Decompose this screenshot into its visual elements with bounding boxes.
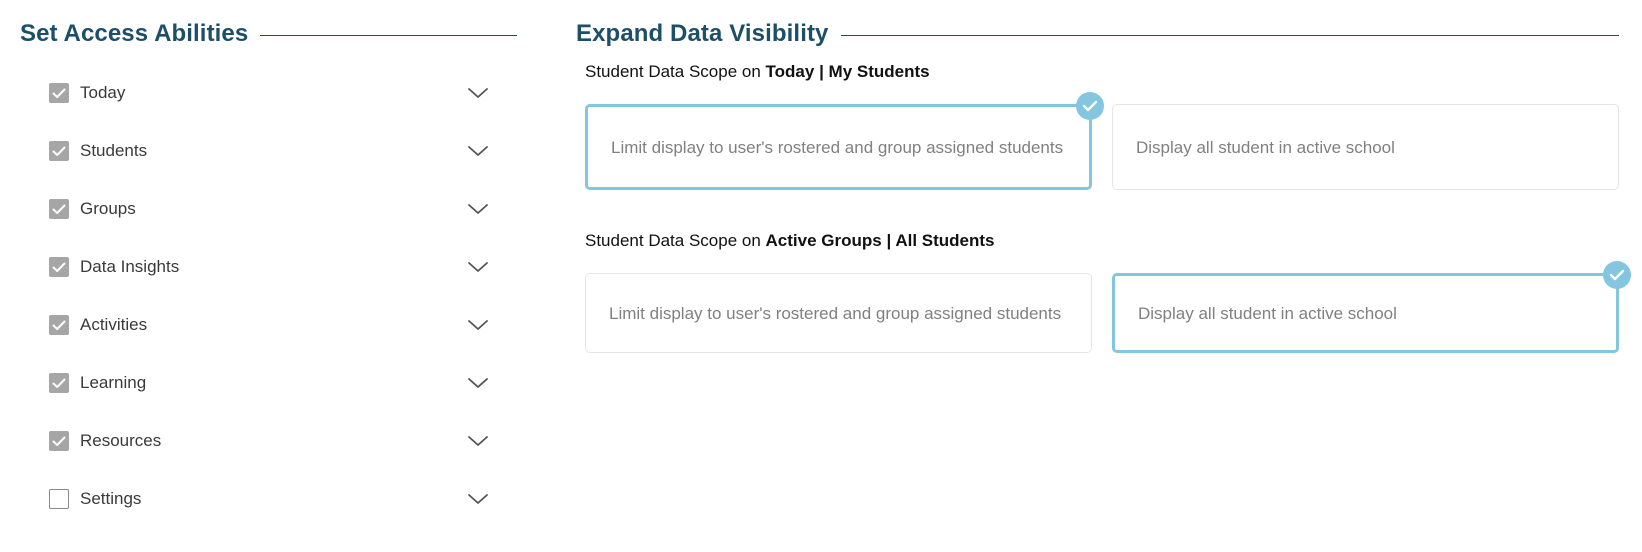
- scope-audience: All Students: [895, 231, 995, 250]
- access-item-today[interactable]: Today: [49, 64, 489, 122]
- checkmark-icon: [52, 88, 66, 98]
- chevron-down-icon[interactable]: [467, 144, 489, 158]
- chevron-down-icon[interactable]: [467, 202, 489, 216]
- scope-active-groups-all-students: Student Data Scope on Active Groups | Al…: [585, 230, 1631, 353]
- access-checkbox[interactable]: [49, 489, 69, 509]
- chevron-down-icon[interactable]: [467, 86, 489, 100]
- option-card-all-students[interactable]: Display all student in active school: [1112, 261, 1631, 353]
- access-item-label: Learning: [80, 373, 147, 392]
- chevron-down-icon[interactable]: [467, 492, 489, 506]
- access-item-groups[interactable]: Groups: [49, 180, 489, 238]
- scope-options: Limit display to user's rostered and gro…: [585, 261, 1631, 353]
- scope-options: Limit display to user's rostered and gro…: [585, 92, 1619, 190]
- option-text: Limit display to user's rostered and gro…: [609, 303, 1062, 323]
- scope-context: Today: [765, 62, 815, 81]
- checkmark-icon: [52, 204, 66, 214]
- access-checkbox[interactable]: [49, 373, 69, 393]
- header-divider: [840, 34, 1619, 36]
- access-checkbox[interactable]: [49, 199, 69, 219]
- access-abilities-title: Set Access Abilities: [20, 20, 249, 47]
- header-divider: [260, 34, 517, 36]
- checkmark-icon: [52, 378, 66, 388]
- access-item-activities[interactable]: Activities: [49, 296, 489, 354]
- checkmark-icon: [52, 146, 66, 156]
- access-item-settings[interactable]: Settings: [49, 470, 489, 528]
- access-checkbox[interactable]: [49, 257, 69, 277]
- scope-separator: |: [814, 62, 829, 81]
- chevron-down-icon[interactable]: [467, 376, 489, 390]
- chevron-down-icon[interactable]: [467, 318, 489, 332]
- access-checkbox[interactable]: [49, 431, 69, 451]
- access-item-label: Groups: [80, 199, 136, 218]
- scope-heading-prefix: Student Data Scope on: [585, 62, 766, 81]
- access-checkbox[interactable]: [49, 315, 69, 335]
- scope-context: Active Groups: [765, 231, 882, 250]
- option-card-limit-rostered[interactable]: Limit display to user's rostered and gro…: [585, 92, 1104, 190]
- access-item-label: Data Insights: [80, 257, 180, 276]
- scope-heading-prefix: Student Data Scope on: [585, 231, 766, 250]
- option-text: Limit display to user's rostered and gro…: [611, 137, 1064, 157]
- check-circle-icon: [1603, 261, 1631, 289]
- scope-today-my-students: Student Data Scope on Today | My Student…: [585, 61, 1619, 190]
- option-card-limit-rostered[interactable]: Limit display to user's rostered and gro…: [585, 273, 1092, 353]
- scope-heading: Student Data Scope on Today | My Student…: [585, 61, 1619, 83]
- access-item-resources[interactable]: Resources: [49, 412, 489, 470]
- scope-heading: Student Data Scope on Active Groups | Al…: [585, 230, 1619, 252]
- access-item-label: Activities: [80, 315, 148, 334]
- checkmark-icon: [52, 320, 66, 330]
- access-item-students[interactable]: Students: [49, 122, 489, 180]
- chevron-down-icon[interactable]: [467, 434, 489, 448]
- access-item-learning[interactable]: Learning: [49, 354, 489, 412]
- access-item-label: Today: [80, 83, 126, 102]
- access-abilities-list: Today Students Groups Data Insights Acti…: [49, 64, 489, 528]
- option-text: Display all student in active school: [1138, 303, 1397, 323]
- checkmark-icon: [52, 262, 66, 272]
- option-text: Display all student in active school: [1136, 137, 1395, 157]
- access-checkbox[interactable]: [49, 83, 69, 103]
- scope-separator: |: [881, 231, 896, 250]
- access-item-data-insights[interactable]: Data Insights: [49, 238, 489, 296]
- access-item-label: Settings: [80, 489, 142, 508]
- access-item-label: Students: [80, 141, 148, 160]
- option-card-all-students[interactable]: Display all student in active school: [1112, 104, 1619, 190]
- data-visibility-header: Expand Data Visibility: [576, 20, 1619, 48]
- data-visibility-title: Expand Data Visibility: [576, 20, 829, 47]
- access-checkbox[interactable]: [49, 141, 69, 161]
- chevron-down-icon[interactable]: [467, 260, 489, 274]
- scope-audience: My Students: [828, 62, 930, 81]
- access-item-label: Resources: [80, 431, 162, 450]
- access-settings-panel: Set Access Abilities Today Students Grou…: [0, 0, 1642, 552]
- checkmark-icon: [52, 436, 66, 446]
- access-abilities-header: Set Access Abilities: [20, 20, 517, 48]
- check-circle-icon: [1076, 92, 1104, 120]
